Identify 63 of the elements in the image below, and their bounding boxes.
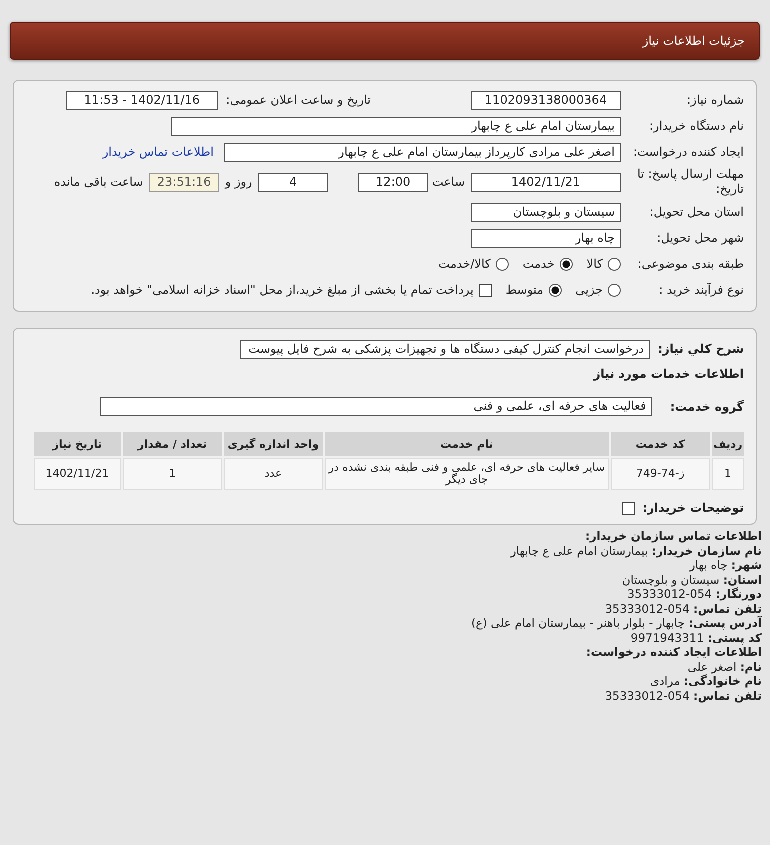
radio-button[interactable] <box>608 284 621 296</box>
table-cell: 1402/11/21 <box>34 458 121 490</box>
contact-line: اطلاعات تماس سازمان خریدار: <box>584 529 762 544</box>
field-text: ساعت باقی مانده <box>54 175 144 189</box>
contact-line: نام: اصغر علی <box>686 660 762 674</box>
checkbox-label: پرداخت تمام یا بخشی از مبلغ خرید،از محل "اسناد خزانه اسلامی" خواهد بود. <box>91 283 474 297</box>
input-field[interactable]: 4 <box>258 172 328 192</box>
input-field[interactable]: 1102093138000364 <box>471 90 621 110</box>
radio-label: خدمت <box>522 257 555 271</box>
table-cell: 1 <box>123 458 222 490</box>
table-cell: سایر فعالیت های حرفه ای، علمی و فنی طبقه بندی نشده در جای دیگر <box>325 458 609 490</box>
radio-label: کالا/خدمت <box>438 257 491 271</box>
input-field[interactable]: سیستان و بلوچستان <box>471 202 621 222</box>
field-label: مهلت ارسال پاسخ: تا تاریخ: <box>636 167 744 197</box>
input-field[interactable]: 12:00 <box>358 172 428 192</box>
table-cell: عدد <box>224 458 323 490</box>
radio-button[interactable] <box>496 258 509 270</box>
field-label: شرح کلي نياز: <box>658 342 744 356</box>
column-header: واحد اندازه گیری <box>224 432 323 456</box>
input-field[interactable]: اصغر علی مرادی کارپرداز بیمارستان امام علی ع چابهار <box>224 142 621 162</box>
contact-line: نام خانوادگی: مرادی <box>650 674 762 688</box>
column-header: تعداد / مقدار <box>123 432 222 456</box>
page-title: جزئیات اطلاعات نیاز <box>642 34 745 48</box>
column-header: تاریخ نیاز <box>34 432 121 456</box>
radio-label: جزیی <box>576 283 603 297</box>
contact-line: اطلاعات ایجاد کننده درخواست: <box>585 645 762 660</box>
radio-label: متوسط <box>506 283 544 297</box>
field-label: شماره نیاز: <box>686 93 744 107</box>
field-label: طبقه بندی موضوعی: <box>636 257 744 271</box>
description-field: درخواست انجام کنترل کیفی دستگاه ها و تجهیزات پزشکی به شرح فایل پیوست <box>240 340 650 358</box>
checkbox[interactable] <box>622 502 635 514</box>
contact-line: شهر: چاه بهار <box>688 558 762 572</box>
column-header: کد خدمت <box>611 432 710 456</box>
column-header: نام خدمت <box>325 432 609 456</box>
field-text: ساعت <box>432 175 465 189</box>
field-label: ایجاد کننده درخواست: <box>632 145 744 159</box>
field-label: نام دستگاه خریدار: <box>648 119 744 133</box>
contact-line: نام سازمان خریدار: بیمارستان امام علی ع چابهار <box>509 544 762 558</box>
input-field[interactable]: 1402/11/21 <box>471 172 621 192</box>
column-header: ردیف <box>712 432 744 456</box>
field-label: نوع فرآیند خرید : <box>658 283 744 297</box>
contact-line: آدرس پستی: چابهار - بلوار باهنر - بیمارستان امام علی (ع) <box>470 616 762 630</box>
table-cell: 1 <box>712 458 744 490</box>
radio-label: کالا <box>586 257 603 271</box>
input-field[interactable]: 1402/11/16 - 11:53 <box>66 90 218 110</box>
radio-button[interactable] <box>608 258 621 270</box>
section-heading: اطلاعات خدمات مورد نیاز <box>592 367 744 381</box>
contact-line: استان: سیستان و بلوچستان <box>621 572 762 587</box>
input-field[interactable]: بیمارستان امام علی ع چابهار <box>171 116 621 136</box>
radio-button[interactable] <box>560 258 573 270</box>
field-label: شهر محل تحویل: <box>656 231 744 245</box>
field-text: روز و <box>225 175 252 189</box>
field-label: استان محل تحویل: <box>648 205 744 219</box>
countdown-field: 23:51:16 <box>149 172 220 192</box>
radio-button[interactable] <box>548 284 562 296</box>
checkbox[interactable] <box>478 284 492 296</box>
field-label: تاریخ و ساعت اعلان عمومی: <box>225 93 371 107</box>
field-label: توضیحات خریدار: <box>642 501 744 515</box>
service-group-field: فعالیت های حرفه ای، علمی و فنی <box>100 397 652 416</box>
table-cell: ز-74-749 <box>611 458 710 490</box>
field-label: گروه خدمت: <box>670 400 744 414</box>
input-field[interactable]: چاه بهار <box>471 228 621 248</box>
contact-link[interactable]: اطلاعات تماس خریدار <box>102 145 214 159</box>
